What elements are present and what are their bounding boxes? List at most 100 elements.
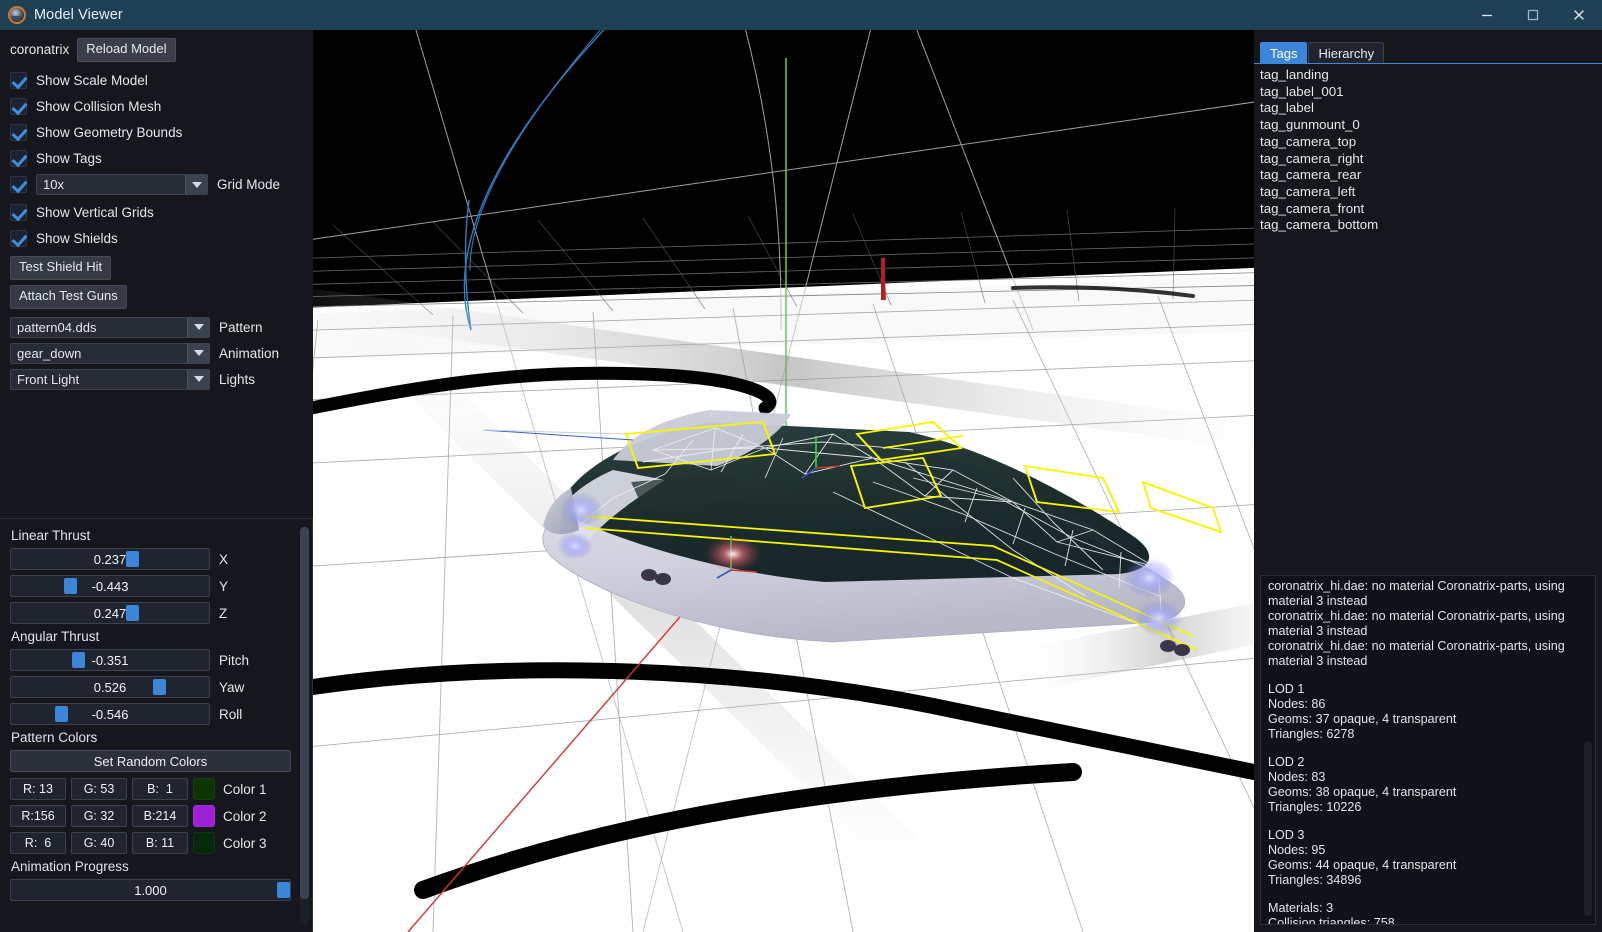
color3-swatch[interactable] [193,832,215,854]
tag-list-item[interactable]: tag_camera_right [1260,151,1602,168]
animation-select[interactable]: gear_down [10,342,210,364]
checkbox-icon[interactable] [10,230,27,248]
reload-model-button[interactable]: Reload Model [77,38,176,62]
slider-handle[interactable] [126,605,139,621]
checkbox-show-scale-model[interactable]: Show Scale Model [10,70,303,92]
color1-b-field[interactable]: B: 1 [132,778,188,800]
log-line: LOD 1 [1268,682,1305,696]
checkbox-icon[interactable] [10,98,27,116]
model-viewport-3d[interactable] [313,30,1254,932]
checkbox-icon[interactable] [10,204,27,222]
test-shield-hit-button[interactable]: Test Shield Hit [10,255,112,280]
slider-label-z: Z [219,605,228,621]
maximize-icon[interactable] [1510,0,1556,30]
checkbox-show-geometry-bounds[interactable]: Show Geometry Bounds [10,122,303,144]
angular-thrust-roll-slider[interactable]: -0.546 [10,703,210,725]
model-name-label: coronatrix [10,42,70,58]
close-icon[interactable] [1556,0,1602,30]
chevron-down-icon[interactable] [187,369,209,389]
linear-thrust-z-slider[interactable]: 0.247 [10,602,210,624]
minimize-icon[interactable] [1464,0,1510,30]
linear-thrust-x-slider[interactable]: 0.237 [10,548,210,570]
tag-list-item[interactable]: tag_landing [1260,67,1602,84]
tag-list-item[interactable]: tag_camera_left [1260,184,1602,201]
tag-list-item[interactable]: tag_label_001 [1260,84,1602,101]
tag-list-item[interactable]: tag_camera_bottom [1260,217,1602,234]
color2-label: Color 2 [223,808,267,824]
controls-panel-scrollbar[interactable] [300,527,309,925]
checkbox-icon[interactable] [10,124,27,142]
tab-tags[interactable]: Tags [1260,42,1308,63]
color1-g-field[interactable]: G: 53 [71,778,127,800]
angular-thrust-pitch-slider[interactable]: -0.351 [10,649,210,671]
log-output-box[interactable]: coronatrix_hi.dae: no material Coronatri… [1260,575,1596,925]
tag-list-item[interactable]: tag_camera_top [1260,134,1602,151]
chevron-down-icon[interactable] [187,343,209,363]
chevron-down-icon[interactable] [185,175,207,195]
tag-list-item[interactable]: tag_gunmount_0 [1260,117,1602,134]
checkbox-show-tags[interactable]: Show Tags [10,148,303,170]
chevron-down-icon[interactable] [187,317,209,337]
linear-thrust-y-slider[interactable]: -0.443 [10,575,210,597]
slider-handle[interactable] [277,882,290,898]
checkbox-grid-mode-icon[interactable] [10,176,27,194]
tab-hierarchy[interactable]: Hierarchy [1308,42,1385,63]
checkbox-icon[interactable] [10,72,27,90]
slider-value: 0.526 [93,679,127,695]
pattern-select[interactable]: pattern04.dds [10,316,210,338]
color2-b-field[interactable]: B:214 [132,805,188,827]
slider-handle[interactable] [72,652,85,668]
tag-list-item[interactable]: tag_camera_front [1260,201,1602,218]
slider-handle[interactable] [64,578,77,594]
log-line: Triangles: 10226 [1268,800,1362,814]
angular-thrust-yaw-slider[interactable]: 0.526 [10,676,210,698]
slider-row-yaw: 0.526 Yaw [10,676,300,698]
color3-r-field[interactable]: R: 6 [10,832,66,854]
animation-row: gear_down Animation [10,342,303,364]
slider-label-pitch: Pitch [219,652,250,668]
lights-select[interactable]: Front Light [10,368,210,390]
animation-progress-slider[interactable]: 1.000 [10,879,291,901]
log-line: Materials: 3 [1268,901,1334,915]
slider-value: 1.000 [134,882,167,898]
slider-handle[interactable] [55,706,68,722]
slider-row-x: 0.237 X [10,548,300,570]
grid-mode-select[interactable]: 10x [36,174,208,196]
checkbox-label: Show Tags [36,151,102,167]
color1-swatch[interactable] [193,778,215,800]
scrollbar-thumb[interactable] [300,527,309,899]
color3-label: Color 3 [223,835,267,851]
color3-b-field[interactable]: B: 11 [132,832,188,854]
log-spacer [1268,742,1581,755]
log-scrollbar-thumb[interactable] [1584,741,1592,916]
color2-swatch[interactable] [193,805,215,827]
slider-row-pitch: -0.351 Pitch [10,649,300,671]
slider-label-roll: Roll [219,706,243,722]
set-random-colors-button[interactable]: Set Random Colors [10,750,291,772]
slider-value: -0.546 [91,706,129,722]
checkbox-show-collision-mesh[interactable]: Show Collision Mesh [10,96,303,118]
color3-g-field[interactable]: G: 40 [71,832,127,854]
window-controls [1464,0,1602,30]
log-line: LOD 2 [1268,755,1305,769]
log-line: Geoms: 44 opaque, 4 transparent [1268,858,1457,872]
log-line: Geoms: 37 opaque, 4 transparent [1268,712,1457,726]
color1-r-field[interactable]: R: 13 [10,778,66,800]
attach-test-guns-button[interactable]: Attach Test Guns [10,284,127,309]
log-line: Triangles: 6278 [1268,727,1355,741]
checkbox-show-vertical-grids[interactable]: Show Vertical Grids [10,202,303,224]
tags-hierarchy-panel: Tags Hierarchy tag_landing tag_label_001 t… [1254,30,1602,932]
slider-handle[interactable] [153,679,166,695]
tag-list-item[interactable]: tag_label [1260,100,1602,117]
grid-mode-row: 10x Grid Mode [10,174,303,196]
slider-value: -0.351 [91,652,129,668]
window-title: Model Viewer [34,7,123,23]
checkbox-icon[interactable] [10,150,27,168]
checkbox-show-shields[interactable]: Show Shields [10,228,303,250]
color2-g-field[interactable]: G: 32 [71,805,127,827]
slider-handle[interactable] [126,551,139,567]
tag-list-item[interactable]: tag_camera_rear [1260,167,1602,184]
tag-list[interactable]: tag_landing tag_label_001 tag_label tag_gun… [1254,64,1602,574]
log-spacer [1268,669,1581,682]
color2-r-field[interactable]: R:156 [10,805,66,827]
